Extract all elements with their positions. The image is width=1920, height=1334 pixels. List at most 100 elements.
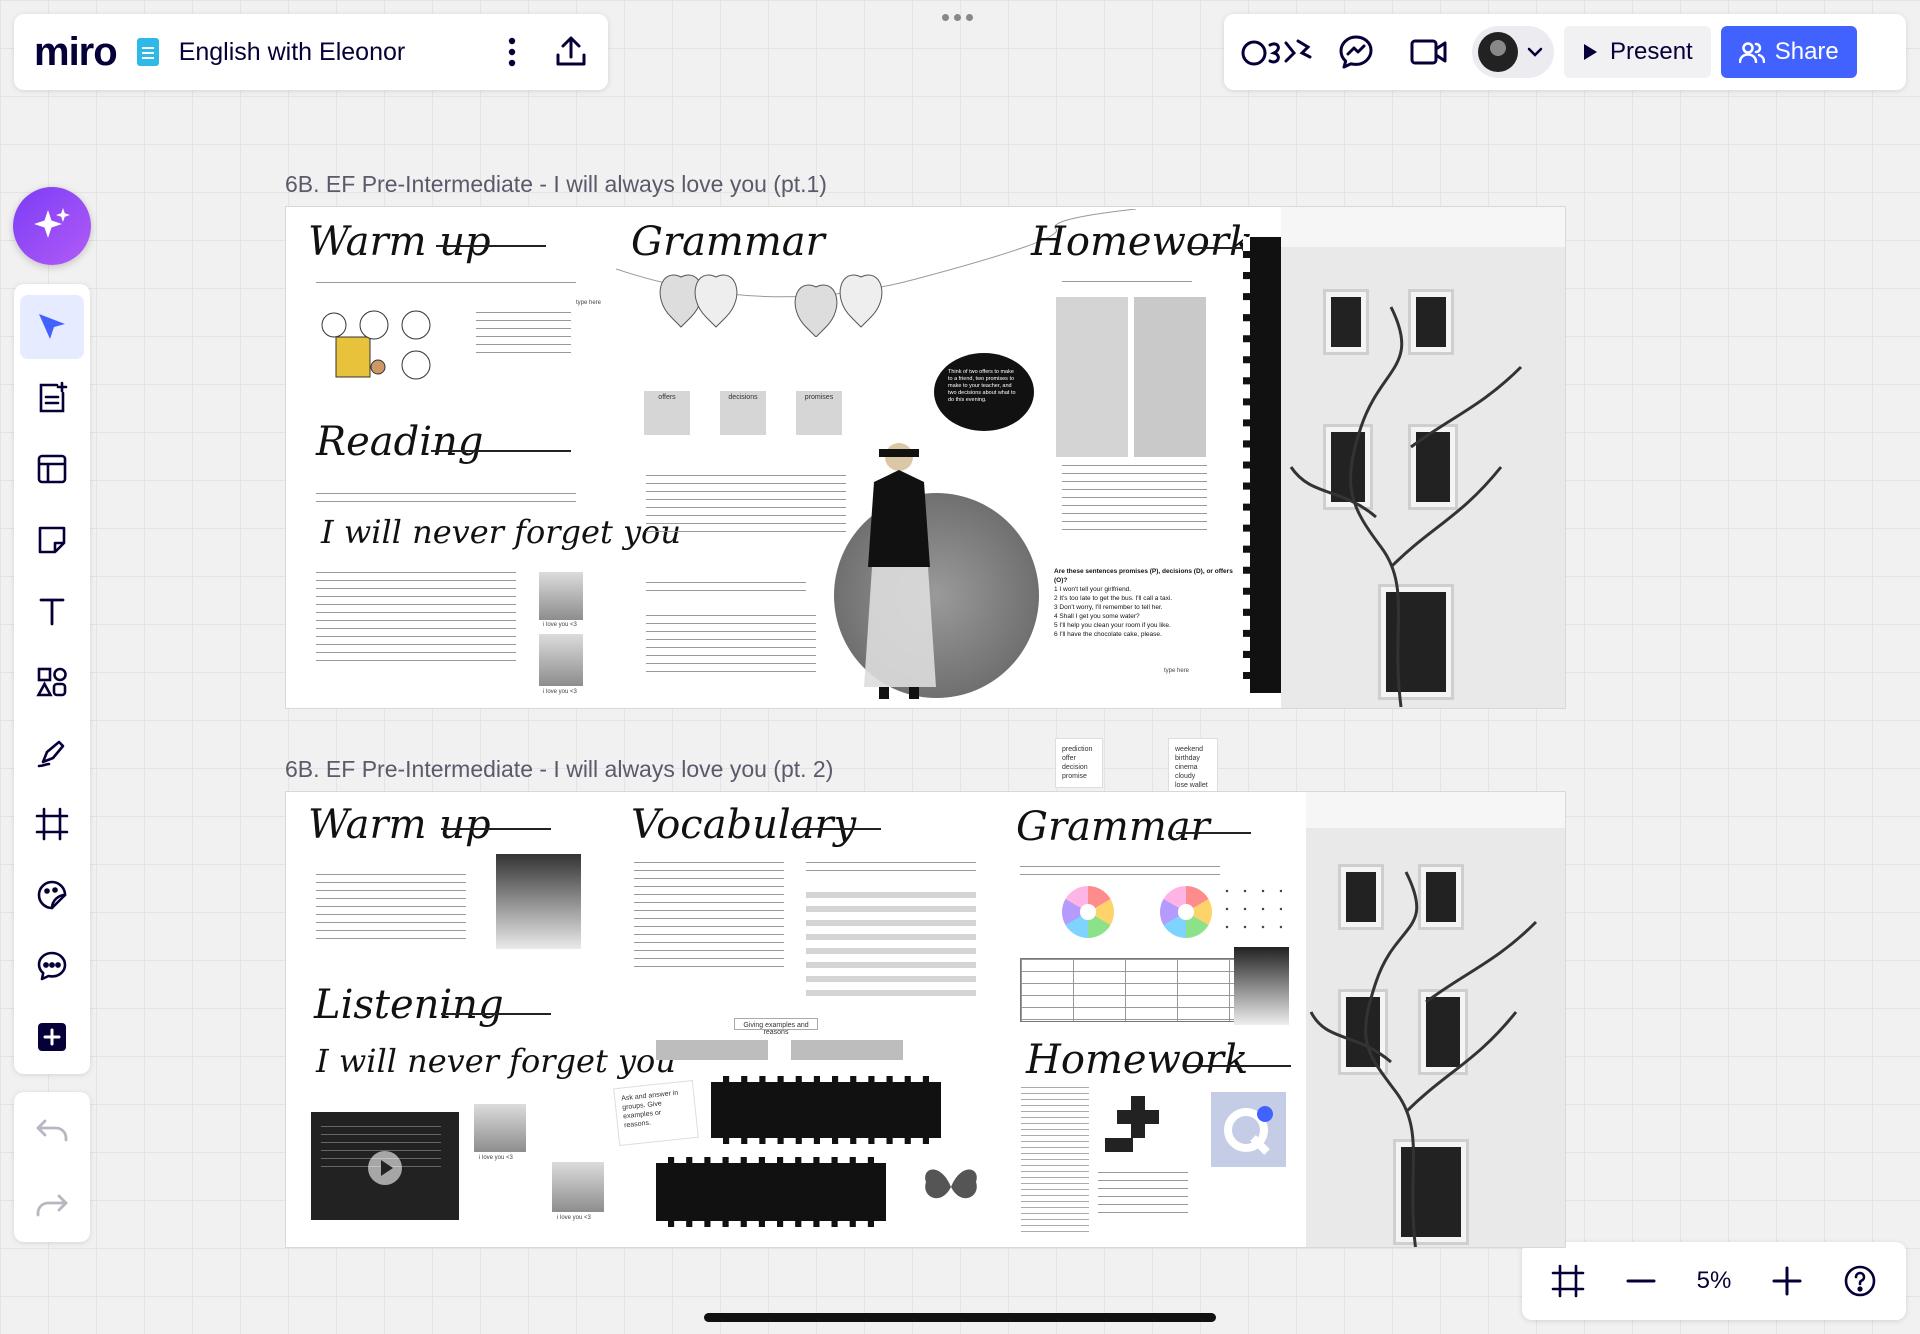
templates-tool[interactable] [20,366,84,430]
note-word: prediction [1062,746,1093,753]
worksheet-image [1021,1087,1089,1237]
emoji-sticker-icon [37,880,67,910]
export-upload-icon[interactable] [554,35,588,69]
board-name[interactable]: English with Eleonor [179,38,488,67]
frame-2-title[interactable]: 6B. EF Pre-Intermediate - I will always … [285,756,833,783]
decisions-card[interactable]: decisions [720,391,766,435]
zoom-level[interactable]: 5% [1697,1267,1732,1295]
butterfly-image [925,1169,977,1199]
offers-card[interactable]: offers [644,391,690,435]
photo-caption: i love you <3 [543,689,577,695]
divider [441,828,551,830]
photo-caption: i love you <3 [557,1215,591,1221]
redo-icon[interactable] [35,1192,69,1218]
photo-caption: i love you <3 [479,1155,513,1161]
filmstrip [656,1157,886,1227]
story-heading: I will never forget you [321,513,681,551]
play-icon[interactable] [367,1150,403,1186]
dot-grid [1218,882,1282,938]
avatar [1478,32,1518,72]
fit-to-screen-icon[interactable] [1551,1264,1585,1298]
shapes-tool[interactable] [20,650,84,714]
divider [791,828,881,830]
ai-assistant-button[interactable] [13,187,91,265]
quizlet-logo[interactable] [1211,1092,1286,1167]
homework-list: Are these sentences promises (P), decisi… [1054,567,1244,639]
lockets-image [659,274,883,337]
sparkle-icon [34,208,70,238]
homework-item: 6 I'll have the chocolate cake, please. [1054,631,1162,638]
text-tool[interactable] [20,579,84,643]
grammar-table[interactable] [1020,958,1235,1022]
drag-handle-icon[interactable] [942,14,973,21]
vocabulary-heading: Vocabulary [631,802,857,848]
chat-icon[interactable] [1326,34,1386,70]
reactions-icon[interactable] [1238,35,1316,69]
zoom-in-icon[interactable] [1772,1266,1802,1296]
examples-tag: Giving examples and reasons [734,1018,818,1036]
note-word: decision [1062,764,1088,771]
divider [1186,1065,1291,1067]
present-button[interactable]: Present [1564,26,1711,78]
frame-2[interactable]: Warm up Listening I will never forget yo… [285,791,1566,1248]
warmup-heading: Warm up [308,219,491,265]
word-list-note[interactable]: prediction offer decision promise [1055,738,1103,788]
user-menu[interactable] [1472,26,1554,78]
homework-lines[interactable] [1098,1172,1188,1220]
story-heading: I will never forget you [316,1042,676,1080]
wheel-chart [1062,886,1114,938]
note-word: cinema [1175,764,1198,771]
story-text [316,572,516,668]
crossword-image [1105,1096,1159,1152]
top-right-toolbar: Present Share [1224,14,1906,90]
more-options-icon[interactable] [508,37,516,67]
note-word: birthday [1175,755,1200,762]
couple-photo [539,572,583,620]
grammar-heading: Grammar [1016,804,1210,850]
reading-text [316,493,576,509]
divider [441,1013,551,1015]
layout-icon [37,454,67,484]
divider [436,245,546,247]
miro-logo[interactable]: miro [34,30,118,75]
matching-exercise [646,475,846,539]
undo-icon[interactable] [35,1117,69,1143]
chevron-down-icon [1527,47,1543,57]
homework-item: 4 Shall I get you some water? [1054,613,1140,620]
note-word: lose wallet [1175,782,1208,789]
layout-tool[interactable] [20,437,84,501]
more-apps-tool[interactable] [20,1005,84,1069]
pen-tool[interactable] [20,721,84,785]
users-icon [1738,42,1765,63]
promises-card[interactable]: promises [796,391,842,435]
note-word: cloudy [1175,773,1196,780]
share-button[interactable]: Share [1720,26,1857,78]
frame-1[interactable]: Warm up type here Reading I will never f… [285,206,1566,709]
video-call-icon[interactable] [1396,37,1462,67]
listening-heading: Listening [314,982,504,1028]
video-player[interactable] [311,1112,459,1220]
zoom-controls: 5% [1522,1242,1906,1320]
vocab-exercise [634,862,784,974]
comment-tool[interactable] [20,934,84,998]
help-icon[interactable] [1843,1264,1877,1298]
comment-icon [37,951,67,981]
stickers-tool[interactable] [20,863,84,927]
board-doc-icon [136,38,159,66]
homework-item: 5 I'll help you clean your room if you l… [1054,622,1171,629]
history-panel [14,1092,90,1242]
divider [1191,247,1251,249]
couple-photo [539,634,583,686]
sticky-note-tool[interactable] [20,508,84,572]
discussion-note[interactable]: Ask and answer in groups. Give examples … [613,1079,699,1147]
homework-lines[interactable] [1062,465,1207,537]
word-list-note[interactable]: weekend birthday cinema cloudy lose wall… [1168,738,1218,797]
woman-figure-image [864,443,936,699]
answer-lines[interactable] [476,312,571,360]
frame-1-title[interactable]: 6B. EF Pre-Intermediate - I will always … [285,171,827,198]
home-indicator [704,1313,1216,1322]
select-tool[interactable] [20,295,84,359]
zoom-out-icon[interactable] [1626,1278,1656,1284]
frame-tool[interactable] [20,792,84,856]
note-word: promise [1062,773,1087,780]
